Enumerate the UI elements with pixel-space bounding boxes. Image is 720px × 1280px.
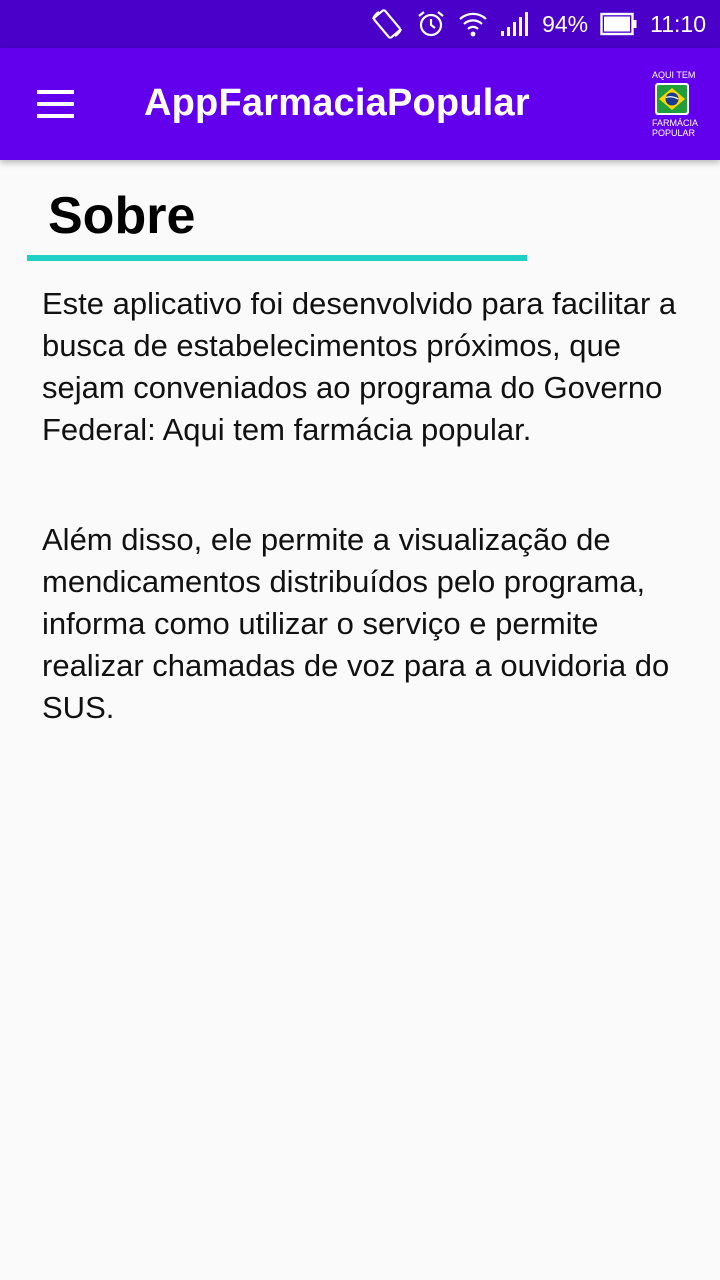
logo-bottom-line1: FARMÁCIA <box>652 118 699 128</box>
status-bar: 94% 11:10 <box>0 0 720 48</box>
title-underline-divider <box>27 255 527 261</box>
app-bar: AppFarmaciaPopular AQUI TEM FARMÁCIA POP… <box>0 48 720 160</box>
about-paragraph-2: Além disso, ele permite a visualização d… <box>42 522 670 725</box>
about-paragraph-1: Este aplicativo foi desenvolvido para fa… <box>42 286 677 447</box>
rotate-icon <box>370 9 404 39</box>
wifi-icon <box>458 10 488 38</box>
app-title: AppFarmaciaPopular <box>144 82 530 124</box>
battery-icon <box>600 12 638 36</box>
logo-top-text: AQUI TEM <box>652 70 696 80</box>
logo-bottom-line2: POPULAR <box>652 128 696 138</box>
clock: 11:10 <box>650 10 706 37</box>
page-title: Sobre <box>48 187 196 245</box>
brazil-flag-icon <box>655 83 689 115</box>
battery-percent: 94% <box>542 10 589 37</box>
farmacia-popular-logo: AQUI TEM FARMÁCIA POPULAR <box>652 70 699 138</box>
hamburger-menu-icon[interactable] <box>36 88 76 120</box>
alarm-icon <box>416 9 446 39</box>
logo-bottom-text: FARMÁCIA POPULAR <box>652 118 699 138</box>
status-icons: 94% 11:10 <box>370 0 706 48</box>
signal-icon <box>500 11 530 37</box>
